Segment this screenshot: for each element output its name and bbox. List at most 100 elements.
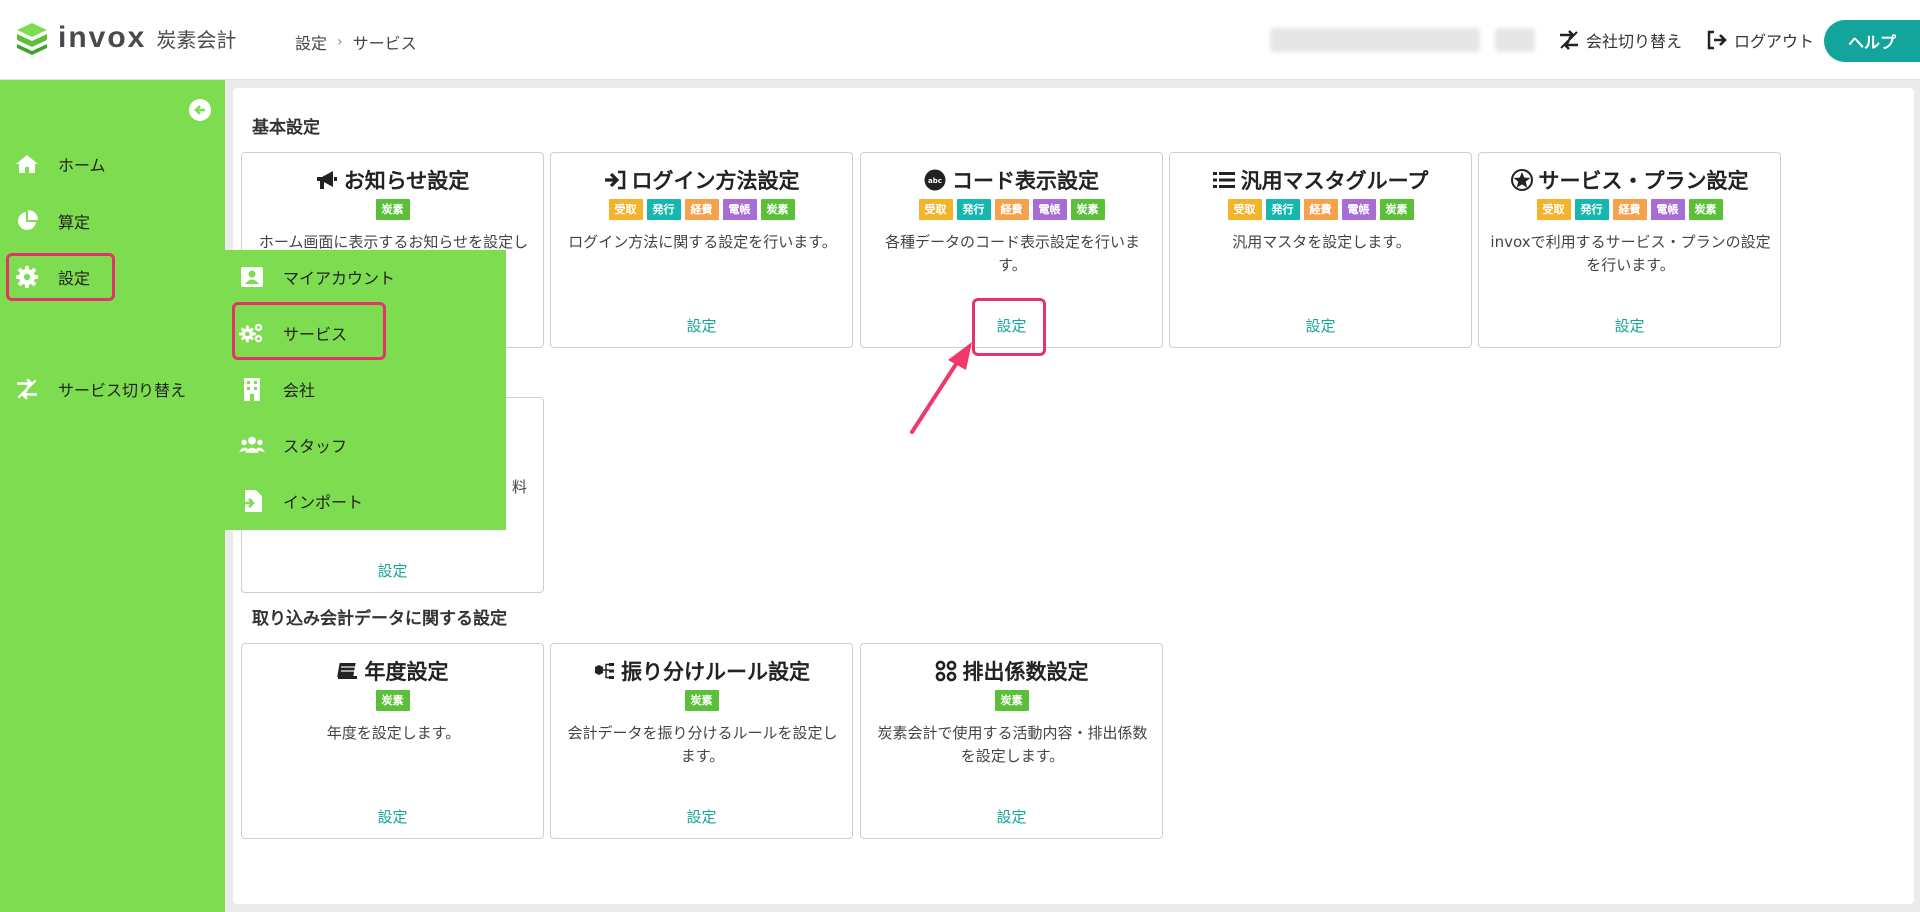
badge-tanso: 炭素 [1379,199,1414,220]
sidebar-item-label: ホーム [58,156,106,175]
section-title-import: 取り込み会計データに関する設定 [252,609,507,629]
badge-denchou: 電帳 [1032,199,1067,220]
card-generic-master-group: 汎用マスタグループ 受取 発行 経費 電帳 炭素 汎用マスタを設定します。 設定 [1169,152,1472,348]
submenu-item-my-account[interactable]: マイアカウント [239,265,395,289]
card-fiscal-year-settings: 年度設定 炭素 年度を設定します。 設定 [241,643,544,839]
card-description: 各種データのコード表示設定を行いま す。 [884,233,1140,274]
badge-denchou: 電帳 [1650,199,1685,220]
badge-tanso: 炭素 [760,199,795,220]
sidebar-item-label: サービス切り替え [58,381,187,400]
import-icon [239,489,265,513]
sidebar-item-label: 算定 [58,213,91,232]
card-emission-factor-settings: 排出係数設定 炭素 炭素会計で使用する活動内容・排出係数を設定します。 設定 [860,643,1163,839]
sidebar [0,80,225,912]
badge-row: 受取 発行 経費 電帳 炭素 [1170,199,1471,220]
breadcrumb-settings[interactable]: 設定 [295,30,327,54]
badge-tanso: 炭素 [1688,199,1723,220]
app-logo[interactable]: invox 炭素会計 [14,20,236,56]
card-service-plan-settings: サービス・プラン設定 受取 発行 経費 電帳 炭素 invoxで利用するサービス… [1478,152,1781,348]
badge-denchou: 電帳 [1341,199,1376,220]
switch-icon [14,377,40,401]
badge-juryo: 受取 [1227,199,1262,220]
logout-button[interactable]: ログアウト [1706,28,1814,52]
badge-row: 炭素 [861,690,1162,711]
settings-link[interactable]: 設定 [551,315,852,336]
settings-link[interactable]: 設定 [861,806,1162,827]
badge-juryo: 受取 [1536,199,1571,220]
card-description: 会計データを振り分けるルールを設定し ます。 [567,724,838,765]
megaphone-icon [316,169,338,191]
card-title: サービス・プラン設定 [1479,165,1780,195]
blurred-user-badge [1495,28,1535,52]
settings-link-highlight-box [972,298,1046,356]
sidebar-item-calculation[interactable]: 算定 [14,209,90,233]
users-icon [239,433,265,457]
submenu-item-label: 会社 [283,381,316,400]
card-distribution-rule-settings: 振り分けルール設定 炭素 会計データを振り分けるルールを設定し ます。 設定 [550,643,853,839]
logo-cube-icon [17,23,47,55]
badge-keihi: 経費 [1303,199,1338,220]
login-icon [604,169,626,191]
sitemap-icon [593,660,615,682]
card-description: invoxで利用するサービス・プランの設定を行います。 [1490,233,1771,274]
settings-link[interactable]: 設定 [242,806,543,827]
submenu-item-import[interactable]: インポート [239,489,363,513]
svg-text:abc: abc [928,177,942,185]
badge-keihi: 経費 [1612,199,1647,220]
card-login-method-settings: ログイン方法設定 受取 発行 経費 電帳 炭素 ログイン方法に関する設定を行いま… [550,152,853,348]
badge-hakko: 発行 [956,199,991,220]
card-description: 年度を設定します。 [326,724,461,742]
badge-row: 炭素 [242,690,543,711]
breadcrumb: 設定 › サービス [295,30,417,54]
card-description: ログイン方法に関する設定を行います。 [568,233,837,251]
badge-tanso: 炭素 [375,690,410,711]
logout-label: ログアウト [1734,32,1815,51]
pie-chart-icon [14,209,40,233]
logo-text: invox [58,21,147,54]
home-icon [14,152,40,176]
card-description-tail: 料 [512,478,528,496]
badge-tanso: 炭素 [684,690,719,711]
nodes-icon [935,660,957,682]
top-header: invox 炭素会計 設定 › サービス 会社切り替え ログアウト ヘルプ [0,0,1920,80]
card-description: 炭素会計で使用する活動内容・排出係数を設定します。 [877,724,1148,765]
settings-link[interactable]: 設定 [242,560,543,581]
settings-link[interactable]: 設定 [551,806,852,827]
collapse-sidebar-icon[interactable] [189,99,211,121]
switch-company-button[interactable]: 会社切り替え [1558,28,1682,52]
card-title: 年度設定 [242,656,543,686]
badge-row: 炭素 [242,199,543,220]
badge-hakko: 発行 [1265,199,1300,220]
badge-juryo: 受取 [608,199,643,220]
sidebar-item-service-switch[interactable]: サービス切り替え [14,377,186,401]
card-title: 振り分けルール設定 [551,656,852,686]
settings-highlight-box [6,253,115,301]
badge-hakko: 発行 [646,199,681,220]
chevron-right-icon: › [337,34,343,50]
badge-keihi: 経費 [684,199,719,220]
badge-row: 受取 発行 経費 電帳 炭素 [1479,199,1780,220]
submenu-item-label: マイアカウント [283,269,396,288]
card-title: お知らせ設定 [242,165,543,195]
breadcrumb-service: サービス [352,34,417,53]
service-highlight-box [232,302,386,360]
badge-tanso: 炭素 [1070,199,1105,220]
submenu-item-staff[interactable]: スタッフ [239,433,347,457]
settings-link[interactable]: 設定 [1170,315,1471,336]
card-title: abc コード表示設定 [861,165,1162,195]
settings-link[interactable]: 設定 [1479,315,1780,336]
badge-juryo: 受取 [918,199,953,220]
badge-row: 炭素 [551,690,852,711]
logo-subtitle: 炭素会計 [156,27,237,52]
abc-icon: abc [924,169,946,191]
submenu-item-label: スタッフ [283,437,348,456]
card-description: 汎用マスタを設定します。 [1232,233,1411,251]
submenu-item-company[interactable]: 会社 [239,377,315,401]
card-title: ログイン方法設定 [551,165,852,195]
help-button[interactable]: ヘルプ [1824,20,1920,62]
badge-row: 受取 発行 経費 電帳 炭素 [861,199,1162,220]
sidebar-item-home[interactable]: ホーム [14,152,106,176]
star-badge-icon [1510,169,1533,191]
submenu-item-label: インポート [283,493,364,512]
badge-keihi: 経費 [994,199,1029,220]
